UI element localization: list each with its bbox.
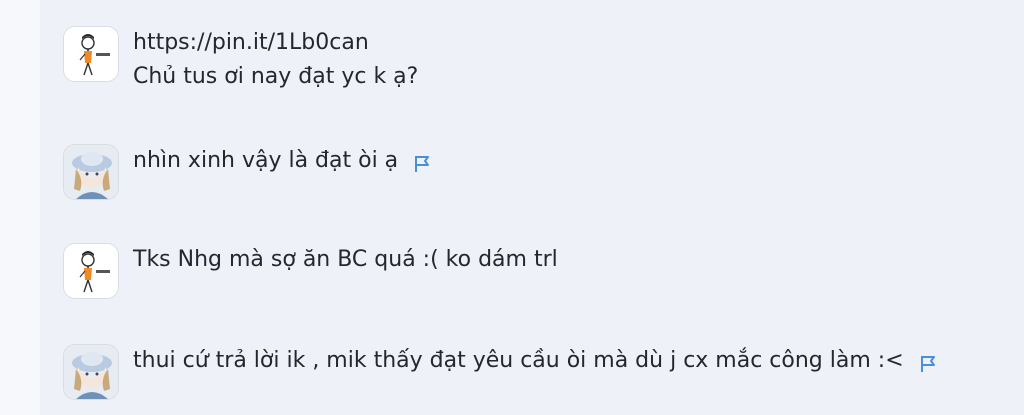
anime-avatar-icon — [64, 145, 118, 199]
comment-link[interactable]: https://pin.it/1Lb0can — [133, 26, 418, 60]
anime-avatar-icon — [64, 345, 118, 399]
stick-figure-avatar[interactable] — [63, 243, 119, 299]
anime-avatar[interactable] — [63, 344, 119, 400]
flag-icon[interactable] — [412, 151, 432, 172]
anime-avatar[interactable] — [63, 144, 119, 200]
comment-item: Tks Nhg mà sợ ăn BC quá :( ko dám trl — [63, 243, 558, 299]
comment-item: nhìn xinh vậy là đạt òi ạ — [63, 144, 432, 200]
comment-text: Tks Nhg mà sợ ăn BC quá :( ko dám trl — [133, 247, 558, 272]
stick-figure-icon — [64, 27, 118, 81]
flag-icon[interactable] — [918, 351, 938, 372]
comment-item: thui cứ trả lời ik , mik thấy đạt yêu cầ… — [63, 344, 938, 400]
stick-figure-avatar[interactable] — [63, 26, 119, 82]
stick-figure-icon — [64, 244, 118, 298]
comment-text: Chủ tus ơi nay đạt yc k ạ? — [133, 64, 419, 89]
comment-thread: https://pin.it/1Lb0can Chủ tus ơi nay đạ… — [40, 0, 1024, 415]
comment-text: nhìn xinh vậy là đạt òi ạ — [133, 148, 399, 173]
comment-item: https://pin.it/1Lb0can Chủ tus ơi nay đạ… — [63, 26, 418, 94]
comment-text: thui cứ trả lời ik , mik thấy đạt yêu cầ… — [133, 348, 904, 373]
left-rail — [0, 0, 41, 415]
